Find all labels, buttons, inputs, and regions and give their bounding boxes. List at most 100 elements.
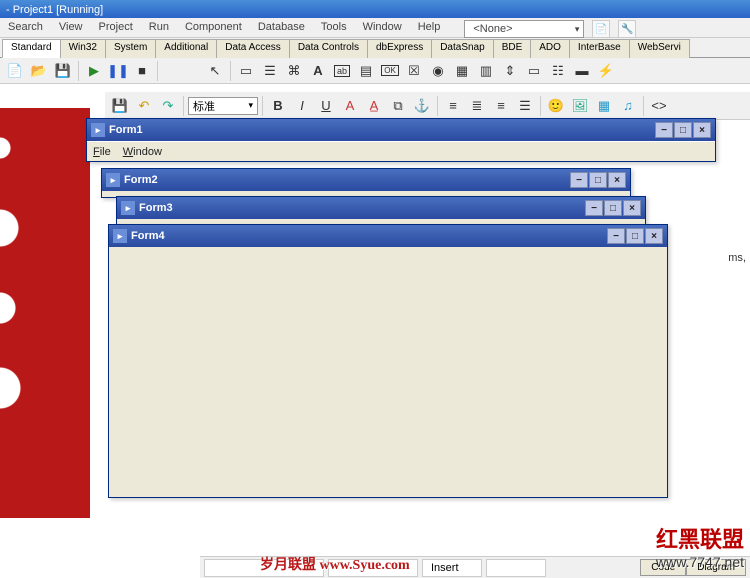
tab-ado[interactable]: ADO — [530, 39, 570, 58]
emoji-icon[interactable]: 🙂 — [545, 95, 567, 117]
minimize-button[interactable]: − — [655, 122, 673, 138]
mainmenu-icon[interactable]: ☰ — [259, 60, 281, 82]
menu-view[interactable]: View — [55, 20, 87, 35]
tab-dbexpress[interactable]: dbExpress — [367, 39, 432, 58]
new-icon[interactable]: 📄 — [4, 60, 26, 82]
form-icon: ▸ — [113, 229, 127, 243]
checkbox-icon[interactable]: ☒ — [403, 60, 425, 82]
form-icon: ▸ — [106, 173, 120, 187]
minimize-button[interactable]: − — [585, 200, 603, 216]
music-icon[interactable]: ♫ — [617, 95, 639, 117]
italic-button[interactable]: I — [291, 95, 313, 117]
tab-webservices[interactable]: WebServi — [629, 39, 690, 58]
run-icon[interactable]: ▶ — [83, 60, 105, 82]
separator — [78, 61, 79, 81]
bold-button[interactable]: B — [267, 95, 289, 117]
tab-win32[interactable]: Win32 — [60, 39, 106, 58]
pointer-icon[interactable]: ↖ — [204, 60, 226, 82]
tab-interbase[interactable]: InterBase — [569, 39, 630, 58]
menu-database[interactable]: Database — [254, 20, 309, 35]
font-color-button[interactable]: A — [339, 95, 361, 117]
close-button[interactable]: × — [645, 228, 663, 244]
stop-icon[interactable]: ■ — [131, 60, 153, 82]
form-titlebar[interactable]: ▸Form1−□× — [87, 119, 715, 141]
tab-bde[interactable]: BDE — [493, 39, 532, 58]
table-icon[interactable]: ▦ — [593, 95, 615, 117]
toolbar-icon-2[interactable]: 🔧 — [618, 20, 636, 38]
pause-icon[interactable]: ❚❚ — [107, 60, 129, 82]
form-menu-window[interactable]: Window — [123, 146, 162, 158]
maximize-button[interactable]: □ — [626, 228, 644, 244]
radiogroup-icon[interactable]: ☷ — [547, 60, 569, 82]
panel-icon[interactable]: ▬ — [571, 60, 593, 82]
button-icon[interactable]: OK — [379, 60, 401, 82]
style-dropdown[interactable]: 标准 — [188, 97, 258, 115]
menu-tools[interactable]: Tools — [317, 20, 351, 35]
align-left-icon[interactable]: ≡ — [442, 95, 464, 117]
status-cell-4 — [486, 559, 546, 577]
form-title: Form2 — [124, 174, 158, 186]
menu-help[interactable]: Help — [414, 20, 445, 35]
groupbox-icon[interactable]: ▭ — [523, 60, 545, 82]
popupmenu-icon[interactable]: ⌘ — [283, 60, 305, 82]
tab-standard[interactable]: Standard — [2, 39, 61, 58]
underline-button[interactable]: U — [315, 95, 337, 117]
config-dropdown[interactable]: <None> — [464, 20, 584, 38]
form-title: Form1 — [109, 124, 143, 136]
menu-search[interactable]: Search — [4, 20, 47, 35]
open-icon[interactable]: 📂 — [28, 60, 50, 82]
anchor-icon[interactable]: ⚓ — [411, 95, 433, 117]
frame-icon[interactable]: ▭ — [235, 60, 257, 82]
align-right-icon[interactable]: ≡ — [490, 95, 512, 117]
separator — [157, 61, 158, 81]
menu-window[interactable]: Window — [359, 20, 406, 35]
config-dropdown-value: <None> — [469, 22, 516, 36]
form-window-4[interactable]: ▸Form4−□× — [108, 224, 668, 498]
form-titlebar[interactable]: ▸Form4−□× — [109, 225, 667, 247]
maximize-button[interactable]: □ — [589, 172, 607, 188]
tab-datasnap[interactable]: DataSnap — [431, 39, 493, 58]
tab-data-access[interactable]: Data Access — [216, 39, 290, 58]
close-button[interactable]: × — [693, 122, 711, 138]
tab-data-controls[interactable]: Data Controls — [289, 39, 368, 58]
form-window-2[interactable]: ▸ Form2 −□× — [101, 168, 631, 198]
separator — [643, 96, 644, 116]
toolbar-icon-1[interactable]: 📄 — [592, 20, 610, 38]
maximize-button[interactable]: □ — [604, 200, 622, 216]
form-titlebar[interactable]: ▸Form3−□× — [117, 197, 645, 219]
justify-icon[interactable]: ☰ — [514, 95, 536, 117]
menu-component[interactable]: Component — [181, 20, 246, 35]
menu-project[interactable]: Project — [95, 20, 137, 35]
close-button[interactable]: × — [623, 200, 641, 216]
redo-icon[interactable]: ↷ — [157, 95, 179, 117]
align-center-icon[interactable]: ≣ — [466, 95, 488, 117]
tab-system[interactable]: System — [105, 39, 156, 58]
edit-icon[interactable]: ab — [331, 60, 353, 82]
highlight-button[interactable]: A̲ — [363, 95, 385, 117]
tab-additional[interactable]: Additional — [155, 39, 217, 58]
menu-run[interactable]: Run — [145, 20, 173, 35]
radiobutton-icon[interactable]: ◉ — [427, 60, 449, 82]
undo-icon[interactable]: ↶ — [133, 95, 155, 117]
minimize-button[interactable]: − — [607, 228, 625, 244]
code-icon[interactable]: <> — [648, 95, 670, 117]
image-icon[interactable]: 🖼 — [569, 95, 591, 117]
link-icon[interactable]: ⧉ — [387, 95, 409, 117]
form-window-1[interactable]: ▸Form1−□×FileWindow — [86, 118, 716, 162]
form-window-3[interactable]: ▸Form3−□× — [116, 196, 646, 226]
save-icon[interactable]: 💾 — [52, 60, 74, 82]
actionlist-icon[interactable]: ⚡ — [595, 60, 617, 82]
minimize-button[interactable]: − — [570, 172, 588, 188]
memo-icon[interactable]: ▤ — [355, 60, 377, 82]
watermark-cn: 红黑联盟 — [656, 522, 744, 554]
form-menu-file[interactable]: File — [93, 146, 111, 158]
combobox-icon[interactable]: ▥ — [475, 60, 497, 82]
form-titlebar[interactable]: ▸ Form2 −□× — [102, 169, 630, 191]
listbox-icon[interactable]: ▦ — [451, 60, 473, 82]
maximize-button[interactable]: □ — [674, 122, 692, 138]
label-icon[interactable]: A — [307, 60, 329, 82]
save-file-icon[interactable]: 💾 — [109, 95, 131, 117]
scrollbar-icon[interactable]: ⇕ — [499, 60, 521, 82]
status-insert: Insert — [422, 559, 482, 577]
close-button[interactable]: × — [608, 172, 626, 188]
